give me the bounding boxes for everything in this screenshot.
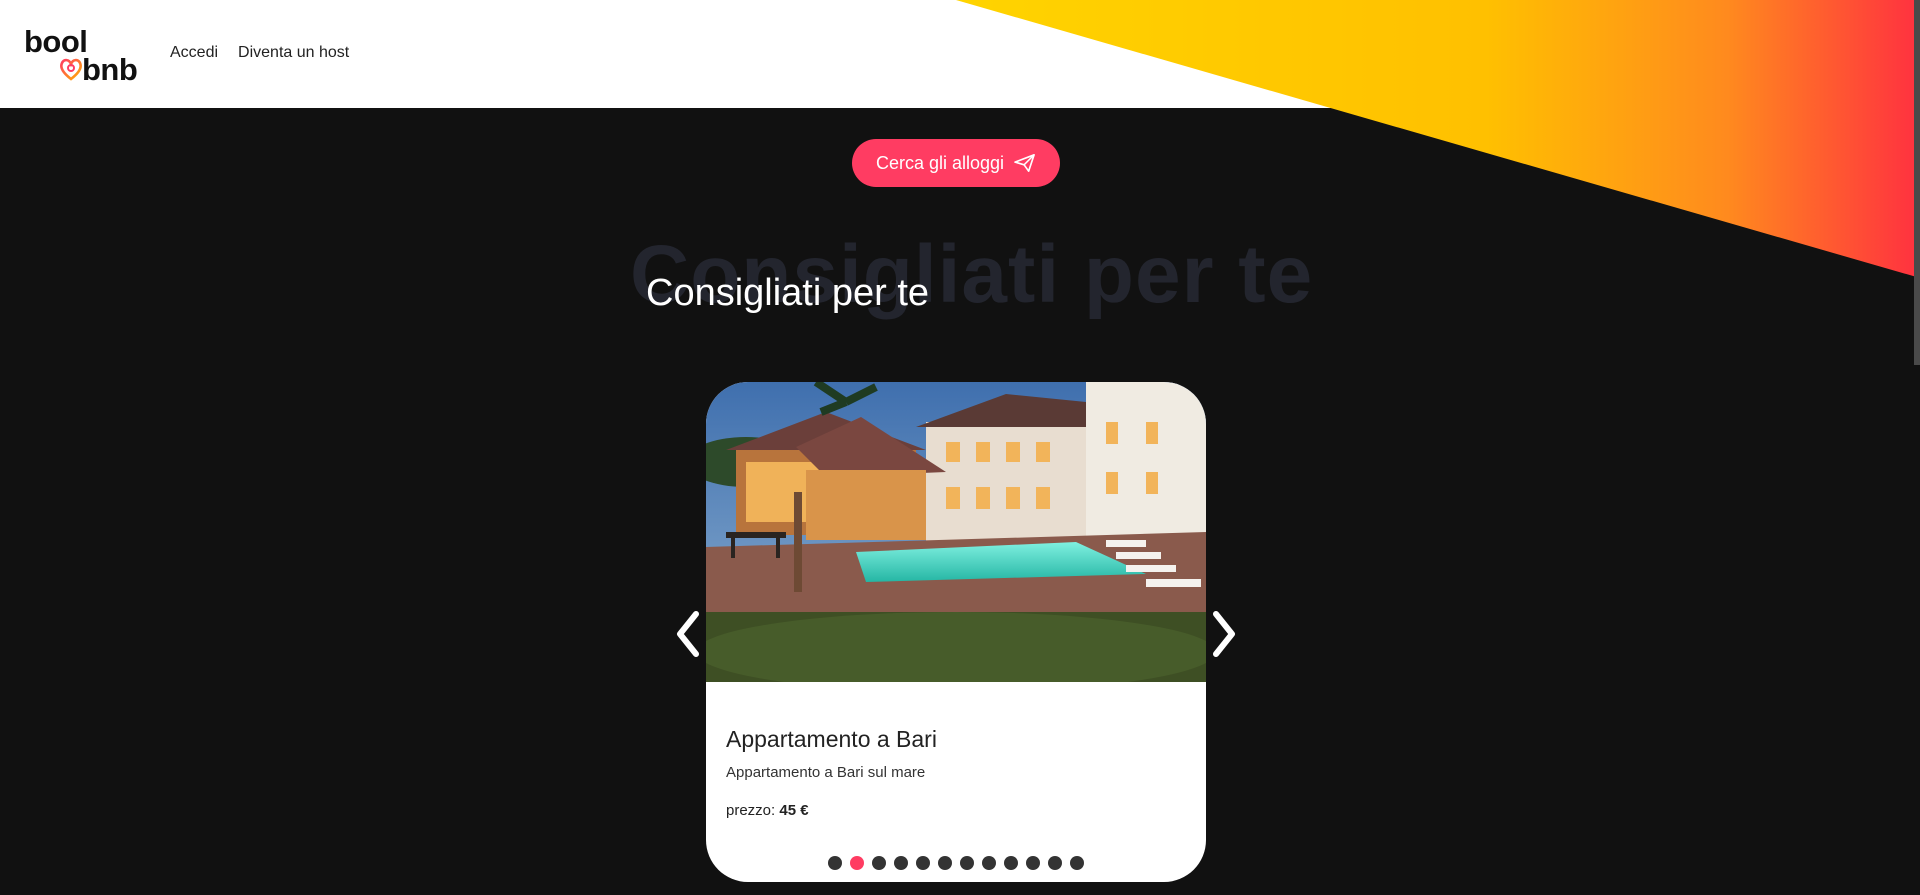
carousel-dot[interactable] <box>1048 856 1062 870</box>
top-header: bool bnb Accedi Diventa un host <box>0 0 1920 108</box>
carousel-dot[interactable] <box>1026 856 1040 870</box>
logo-text-top: bool <box>24 24 88 59</box>
property-photo <box>706 382 1206 682</box>
carousel-dot[interactable] <box>1070 856 1084 870</box>
section-title: Consigliati per te <box>646 272 930 314</box>
carousel-dot[interactable] <box>1004 856 1018 870</box>
property-title[interactable]: Appartamento a Bari <box>726 726 937 753</box>
scrollbar[interactable] <box>1914 0 1920 365</box>
property-price: prezzo: 45 € <box>726 802 809 819</box>
search-accommodations-button[interactable]: Cerca gli alloggi <box>852 139 1060 187</box>
main-nav: Accedi Diventa un host <box>170 44 349 62</box>
nav-link-diventa-host[interactable]: Diventa un host <box>238 44 349 62</box>
carousel-next-arrow-icon[interactable] <box>1204 604 1244 664</box>
property-description: Appartamento a Bari sul mare <box>726 764 926 781</box>
search-button-label: Cerca gli alloggi <box>875 152 1005 173</box>
price-label: prezzo: <box>726 802 776 819</box>
price-value: 45 € <box>779 802 809 819</box>
carousel-dot[interactable] <box>872 856 886 870</box>
carousel-prev-arrow-icon[interactable] <box>668 604 708 664</box>
carousel-dot[interactable] <box>850 856 864 870</box>
carousel-dot[interactable] <box>960 856 974 870</box>
carousel-dot[interactable] <box>916 856 930 870</box>
nav-link-accedi[interactable]: Accedi <box>170 44 218 62</box>
heart-icon <box>60 58 82 81</box>
carousel-dot[interactable] <box>828 856 842 870</box>
boolbnb-logo[interactable]: bool bnb <box>24 24 144 87</box>
carousel-pagination <box>706 856 1206 870</box>
carousel-dot[interactable] <box>938 856 952 870</box>
property-card[interactable]: Appartamento a Bari Appartamento a Bari … <box>706 382 1206 882</box>
carousel-dot[interactable] <box>982 856 996 870</box>
logo-text-bottom: bnb <box>82 52 138 87</box>
carousel-dot[interactable] <box>894 856 908 870</box>
paper-plane-icon <box>1014 154 1035 172</box>
